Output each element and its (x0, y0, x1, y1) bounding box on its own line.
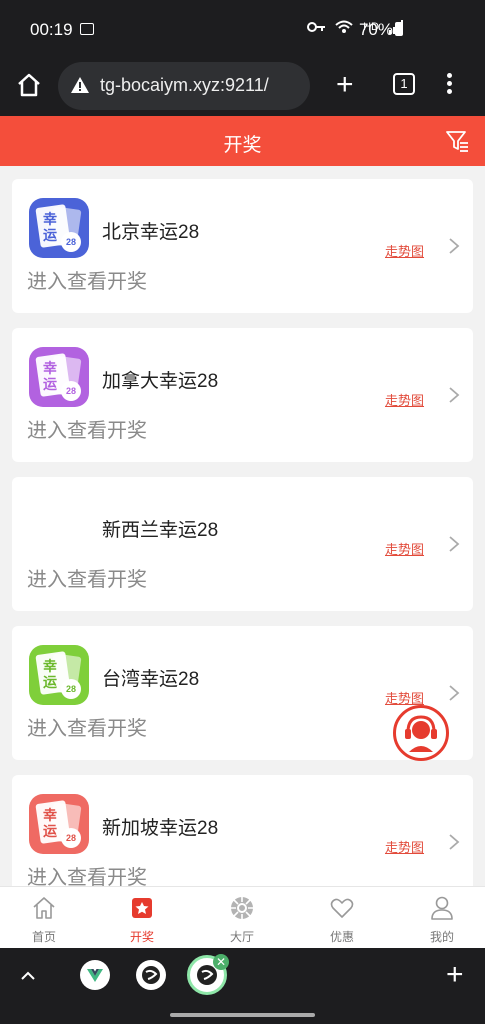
lottery-subtitle: 进入查看开奖 (27, 569, 147, 591)
lobby-icon (231, 897, 253, 919)
battery-icon (395, 22, 403, 36)
lottery-card[interactable]: 幸 运 28 新加坡幸运28 进入查看开奖 走势图 (12, 775, 473, 886)
trend-chart-link[interactable]: 走势图 (385, 539, 424, 558)
tab-label: 首页 (31, 930, 56, 944)
lottery-card[interactable]: 幸 运 28 加拿大幸运28 进入查看开奖 走势图 (12, 328, 473, 462)
lottery-icon (132, 898, 152, 918)
tab-lobby[interactable]: 大厅 (207, 895, 277, 945)
home-icon[interactable] (16, 72, 42, 98)
vue-icon (87, 969, 103, 982)
lottery-logo-icon: 幸 运 28 (29, 198, 89, 258)
wifi-icon (335, 20, 353, 33)
tab-label: 开奖 (129, 930, 154, 944)
tab-label: 大厅 (229, 930, 254, 944)
status-bar: 00:19 HD 70% (0, 0, 485, 56)
more-menu-icon[interactable] (447, 73, 453, 97)
address-bar[interactable]: tg-bocaiym.xyz:9211/ (58, 62, 310, 110)
bottom-tab-bar: 首页 开奖 大厅 优惠 我的 (0, 886, 485, 948)
headset-icon (405, 715, 437, 752)
lottery-logo-icon: 幸 运 28 (29, 794, 89, 854)
warning-icon (71, 77, 89, 93)
trend-chart-link[interactable]: 走势图 (385, 390, 424, 409)
browser-toolbar: tg-bocaiym.xyz:9211/ + 1 (0, 56, 485, 116)
tab-promotions[interactable]: 优惠 (307, 895, 377, 945)
lottery-card[interactable]: 新西兰幸运28 进入查看开奖 走势图 (12, 477, 473, 611)
tab-profile[interactable]: 我的 (407, 895, 477, 945)
lottery-name: 北京幸运28 (102, 222, 200, 243)
tab-label: 优惠 (329, 930, 354, 944)
tab-label: 我的 (429, 930, 454, 944)
chevron-right-icon[interactable] (448, 684, 460, 702)
tab-bubble[interactable] (80, 960, 110, 990)
customer-service-button[interactable] (393, 705, 449, 761)
lottery-subtitle: 进入查看开奖 (27, 420, 147, 442)
lottery-subtitle: 进入查看开奖 (27, 271, 147, 293)
key-icon (307, 22, 326, 32)
heart-icon (330, 898, 354, 918)
chevron-up-icon[interactable] (20, 968, 36, 984)
app-header: 开奖 (0, 116, 485, 166)
gallery-icon (80, 23, 94, 35)
chevron-right-icon[interactable] (448, 535, 460, 553)
globe-icon (142, 966, 160, 984)
new-tab-button[interactable]: + (336, 70, 354, 100)
lottery-logo-icon: 幸 运 28 (29, 347, 89, 407)
tab-switcher-button[interactable]: 1 (393, 73, 415, 95)
lottery-name: 加拿大幸运28 (102, 371, 219, 392)
user-icon (431, 896, 453, 920)
chevron-right-icon[interactable] (448, 833, 460, 851)
home-icon (33, 897, 55, 919)
lottery-name: 新加坡幸运28 (102, 818, 219, 839)
lottery-name: 台湾幸运28 (102, 669, 200, 690)
filter-icon[interactable] (445, 129, 469, 153)
home-indicator (170, 1013, 315, 1017)
lottery-subtitle: 进入查看开奖 (27, 718, 147, 740)
trend-chart-link[interactable]: 走势图 (385, 241, 424, 260)
tab-lottery[interactable]: 开奖 (107, 895, 177, 945)
lottery-logo-icon: 幸 运 28 (29, 645, 89, 705)
lottery-list: 幸 运 28 北京幸运28 进入查看开奖 走势图 幸 运 28 加拿大幸运28 … (0, 166, 485, 886)
close-icon[interactable]: ✕ (213, 954, 229, 970)
trend-chart-link[interactable]: 走势图 (385, 837, 424, 856)
tab-home[interactable]: 首页 (9, 895, 79, 945)
lottery-name: 新西兰幸运28 (102, 520, 219, 541)
lottery-subtitle: 进入查看开奖 (27, 867, 147, 886)
battery-percent: 70% (358, 20, 393, 39)
page-title: 开奖 (223, 135, 262, 156)
url-text: tg-bocaiym.xyz:9211/ (100, 75, 269, 95)
chevron-right-icon[interactable] (448, 237, 460, 255)
status-time: 00:19 (30, 20, 73, 39)
lottery-card[interactable]: 幸 运 28 北京幸运28 进入查看开奖 走势图 (12, 179, 473, 313)
browser-tab-strip: ✕ + (0, 948, 485, 1024)
tab-bubble[interactable] (136, 960, 166, 990)
chevron-right-icon[interactable] (448, 386, 460, 404)
add-tab-button[interactable]: + (446, 960, 464, 990)
